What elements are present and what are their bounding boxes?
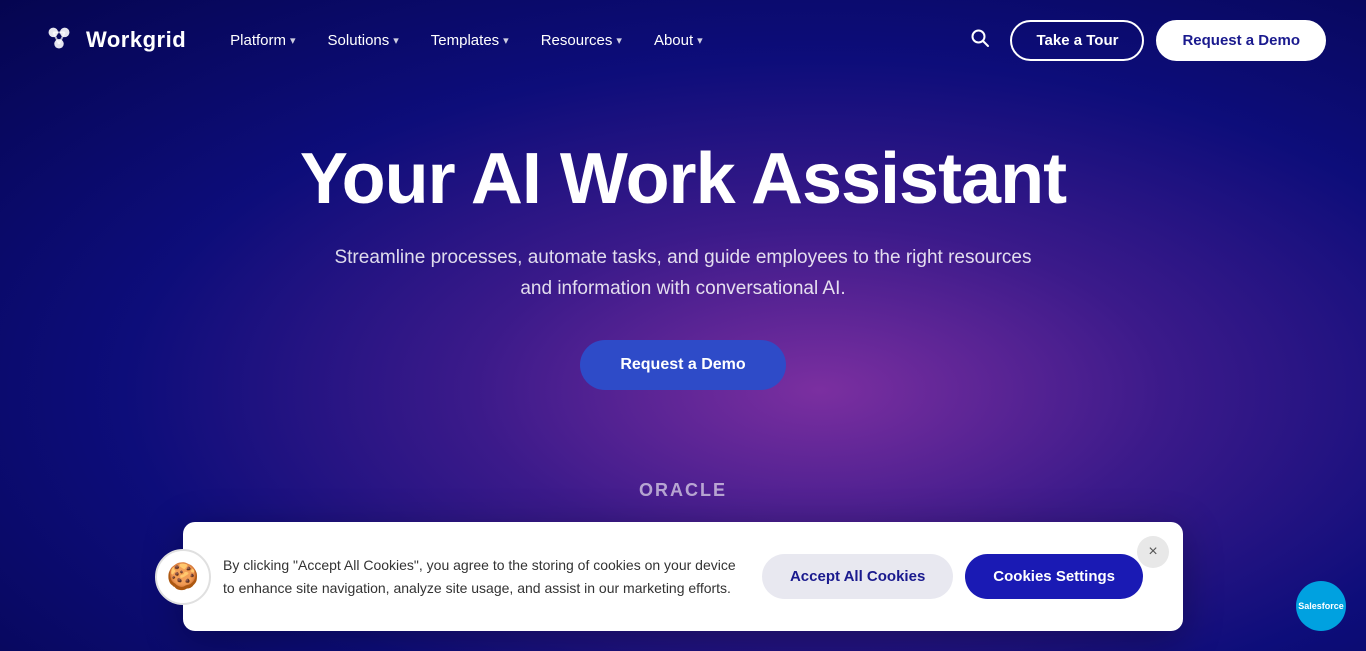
hero-section: Your AI Work Assistant Streamline proces… (0, 80, 1366, 430)
cookie-banner: 🍪 By clicking "Accept All Cookies", you … (183, 522, 1183, 631)
navbar: Workgrid Platform ▾ Solutions ▾ Template… (0, 0, 1366, 80)
templates-chevron-icon: ▾ (503, 34, 509, 47)
hero-subtitle: Streamline processes, automate tasks, an… (333, 243, 1033, 304)
accept-all-cookies-button[interactable]: Accept All Cookies (762, 554, 953, 599)
hero-title: Your AI Work Assistant (40, 140, 1326, 219)
logo-text: Workgrid (86, 27, 186, 53)
nav-item-resources[interactable]: Resources ▾ (527, 24, 636, 57)
cookie-actions: Accept All Cookies Cookies Settings (762, 554, 1143, 599)
salesforce-chat-bubble[interactable]: Salesforce (1296, 581, 1346, 631)
cookies-settings-button[interactable]: Cookies Settings (965, 554, 1143, 599)
about-chevron-icon: ▾ (697, 34, 703, 47)
resources-chevron-icon: ▾ (616, 34, 622, 47)
nav-item-about[interactable]: About ▾ (640, 24, 717, 57)
nav-item-solutions[interactable]: Solutions ▾ (314, 24, 413, 57)
platform-chevron-icon: ▾ (290, 34, 296, 47)
solutions-chevron-icon: ▾ (393, 34, 399, 47)
oracle-logo: ORACLE (639, 480, 727, 501)
salesforce-chat-label: Salesforce (1298, 601, 1344, 611)
search-icon (970, 28, 990, 48)
logo-link[interactable]: Workgrid (40, 21, 186, 59)
nav-item-templates[interactable]: Templates ▾ (417, 24, 523, 57)
cookie-icon: 🍪 (155, 549, 211, 605)
cookie-close-button[interactable]: × (1137, 536, 1169, 568)
nav-actions: Take a Tour Request a Demo (962, 20, 1326, 61)
partners-strip: ORACLE (0, 480, 1366, 501)
nav-links: Platform ▾ Solutions ▾ Templates ▾ Resou… (216, 24, 962, 57)
workgrid-logo-icon (40, 21, 78, 59)
request-demo-hero-button[interactable]: Request a Demo (580, 340, 785, 390)
request-demo-nav-button[interactable]: Request a Demo (1156, 20, 1326, 61)
take-a-tour-button[interactable]: Take a Tour (1010, 20, 1144, 61)
cookie-text: By clicking "Accept All Cookies", you ag… (223, 554, 742, 599)
search-button[interactable] (962, 20, 998, 61)
nav-item-platform[interactable]: Platform ▾ (216, 24, 309, 57)
